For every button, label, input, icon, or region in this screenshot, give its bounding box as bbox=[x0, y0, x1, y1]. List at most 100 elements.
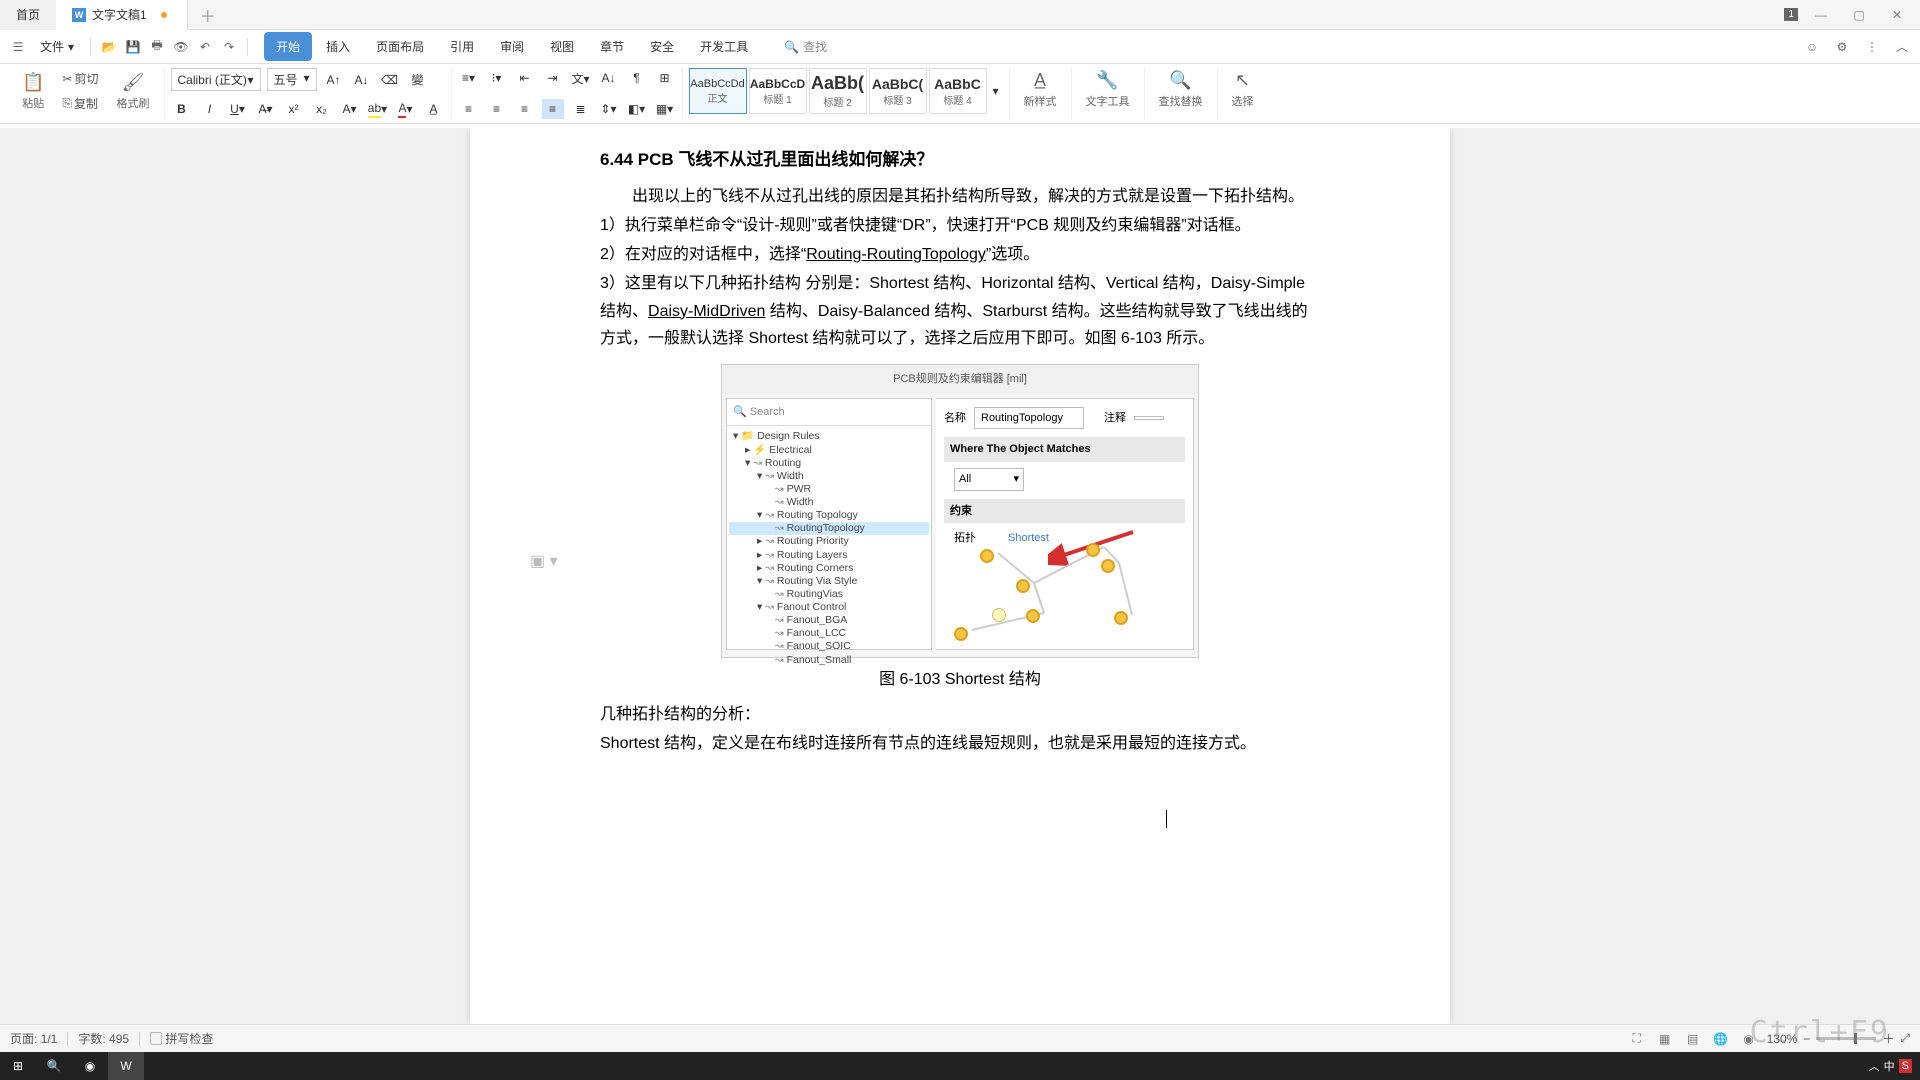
spell-check[interactable]: ▢ 拼写检查 bbox=[150, 1030, 213, 1047]
select-button[interactable]: ↖ 选择 bbox=[1224, 68, 1262, 111]
document-page[interactable]: 6.44 PCB 飞线不从过孔里面出线如何解决？ 出现以上的飞线不从过孔出线的原… bbox=[470, 128, 1450, 1024]
wps-icon[interactable]: W bbox=[108, 1052, 144, 1080]
view-web-button[interactable]: 🌐 bbox=[1711, 1030, 1731, 1048]
grow-font-button[interactable]: A↑ bbox=[323, 70, 345, 90]
show-marks-button[interactable]: ¶ bbox=[626, 68, 648, 88]
align-justify-button[interactable]: ≡ bbox=[542, 99, 564, 119]
sogou-icon[interactable]: S bbox=[1899, 1059, 1912, 1073]
tray-expand-icon[interactable]: ︿ bbox=[1869, 1058, 1880, 1074]
bullets-button[interactable]: ≡▾ bbox=[458, 68, 480, 88]
paste-button[interactable]: 📋 粘贴 bbox=[14, 70, 52, 113]
tab-insert[interactable]: 插入 bbox=[314, 32, 362, 61]
tab-add[interactable]: ＋ bbox=[188, 3, 228, 27]
highlight-button[interactable]: ab▾ bbox=[367, 99, 389, 119]
tab-view[interactable]: 视图 bbox=[538, 32, 586, 61]
copy-button[interactable]: ⎘复制 bbox=[58, 93, 102, 114]
hamburger-icon[interactable]: ☰ bbox=[8, 37, 28, 57]
tab-dev[interactable]: 开发工具 bbox=[688, 32, 760, 61]
shrink-font-button[interactable]: A↓ bbox=[351, 70, 373, 90]
font-name-value: Calibri (正文) bbox=[178, 71, 247, 88]
align-right-button[interactable]: ≡ bbox=[514, 99, 536, 119]
search-box[interactable]: 🔍 查找 bbox=[776, 34, 835, 59]
graph-node bbox=[1026, 609, 1040, 623]
cursor-icon: ↖ bbox=[1235, 70, 1250, 91]
indent-inc-button[interactable]: ⇥ bbox=[542, 68, 564, 88]
tab-review[interactable]: 审阅 bbox=[488, 32, 536, 61]
smile-icon[interactable]: ☺ bbox=[1802, 37, 1822, 57]
search-button[interactable]: 🔍 bbox=[36, 1052, 72, 1080]
tab-home[interactable]: 首页 bbox=[0, 0, 56, 30]
tree-node: ↝ Fanout_LCC bbox=[729, 627, 929, 640]
document-area[interactable]: 6.44 PCB 飞线不从过孔里面出线如何解决？ 出现以上的飞线不从过孔出线的原… bbox=[0, 128, 1920, 1024]
style-标题 1[interactable]: AaBbCcD标题 1 bbox=[749, 68, 807, 114]
style-正文[interactable]: AaBbCcDd正文 bbox=[689, 68, 747, 114]
format-painter-button[interactable]: 🖌 格式刷 bbox=[109, 70, 158, 113]
font-size-select[interactable]: 五号▾ bbox=[267, 68, 317, 91]
print-preview-icon[interactable]: 👁 bbox=[171, 37, 191, 57]
print-icon[interactable]: 🖶 bbox=[147, 37, 167, 57]
where-select: All▾ bbox=[954, 468, 1024, 491]
view-print-button[interactable]: ▦ bbox=[1655, 1030, 1675, 1048]
fullscreen-button[interactable]: ⛶ bbox=[1627, 1030, 1647, 1048]
file-menu[interactable]: 文件 ▾ bbox=[32, 34, 82, 59]
save-icon[interactable]: 💾 bbox=[123, 37, 143, 57]
redo-icon[interactable]: ↷ bbox=[219, 37, 239, 57]
open-icon[interactable]: 📂 bbox=[99, 37, 119, 57]
maximize-button[interactable]: ▢ bbox=[1844, 2, 1874, 28]
underline-button[interactable]: U▾ bbox=[227, 99, 249, 119]
cut-button[interactable]: ✂剪切 bbox=[58, 68, 102, 89]
search-placeholder: 查找 bbox=[803, 38, 827, 55]
word-count[interactable]: 字数: 495 bbox=[78, 1030, 129, 1047]
style-标题 2[interactable]: AaBb(标题 2 bbox=[809, 68, 867, 114]
tab-security[interactable]: 安全 bbox=[638, 32, 686, 61]
view-outline-button[interactable]: ▤ bbox=[1683, 1030, 1703, 1048]
more-icon[interactable]: ⋮ bbox=[1862, 37, 1882, 57]
undo-icon[interactable]: ↶ bbox=[195, 37, 215, 57]
italic-button[interactable]: I bbox=[199, 99, 221, 119]
notif-badge[interactable]: 1 bbox=[1784, 8, 1798, 21]
borders-button[interactable]: ▦▾ bbox=[654, 99, 676, 119]
shading-button[interactable]: ◧▾ bbox=[626, 99, 648, 119]
table-button[interactable]: ⊞ bbox=[654, 68, 676, 88]
styles-more-button[interactable]: ▾ bbox=[989, 68, 1003, 114]
ribbon-tabs: 开始 插入 页面布局 引用 审阅 视图 章节 安全 开发工具 bbox=[264, 32, 760, 61]
bold-button[interactable]: B bbox=[171, 99, 193, 119]
close-button[interactable]: ✕ bbox=[1882, 2, 1912, 28]
align-center-button[interactable]: ≡ bbox=[486, 99, 508, 119]
font-name-select[interactable]: Calibri (正文)▾ bbox=[171, 68, 261, 91]
tab-start[interactable]: 开始 bbox=[264, 32, 312, 61]
asian-layout-button[interactable]: 文▾ bbox=[570, 68, 592, 88]
new-style-button[interactable]: A̲ 新样式 bbox=[1016, 68, 1065, 111]
align-distribute-button[interactable]: ≣ bbox=[570, 99, 592, 119]
tab-document[interactable]: W 文字文稿1 bbox=[56, 0, 188, 30]
phonetic-button[interactable]: 變 bbox=[407, 70, 429, 90]
subscript-button[interactable]: x₂ bbox=[311, 99, 333, 119]
text-effects-button[interactable]: A▾ bbox=[339, 99, 361, 119]
indent-dec-button[interactable]: ⇤ bbox=[514, 68, 536, 88]
tab-ref[interactable]: 引用 bbox=[438, 32, 486, 61]
numbering-button[interactable]: ⁝▾ bbox=[486, 68, 508, 88]
page-indicator[interactable]: 页面: 1/1 bbox=[10, 1030, 57, 1047]
ime-indicator[interactable]: 中 bbox=[1884, 1058, 1895, 1074]
font-color-button[interactable]: A▾ bbox=[395, 99, 417, 119]
align-left-button[interactable]: ≡ bbox=[458, 99, 480, 119]
char-border-button[interactable]: A̲ bbox=[423, 99, 445, 119]
gear-icon[interactable]: ⚙ bbox=[1832, 37, 1852, 57]
start-button[interactable]: ⊞ bbox=[0, 1052, 36, 1080]
line-spacing-button[interactable]: ⇕▾ bbox=[598, 99, 620, 119]
strike-button[interactable]: A̶▾ bbox=[255, 99, 277, 119]
find-replace-button[interactable]: 🔍 查找替换 bbox=[1151, 68, 1211, 111]
text-tool-button[interactable]: 🔧 文字工具 bbox=[1078, 68, 1138, 111]
collapse-ribbon-icon[interactable]: ︿ bbox=[1892, 37, 1912, 57]
sort-button[interactable]: A↓ bbox=[598, 68, 620, 88]
tab-chapter[interactable]: 章节 bbox=[588, 32, 636, 61]
style-标题 3[interactable]: AaBbC(标题 3 bbox=[869, 68, 927, 114]
side-insert-marker[interactable]: ▣ ▾ bbox=[530, 548, 558, 575]
superscript-button[interactable]: x² bbox=[283, 99, 305, 119]
style-标题 4[interactable]: AaBbC标题 4 bbox=[929, 68, 987, 114]
clear-format-button[interactable]: ⌫ bbox=[379, 70, 401, 90]
tab-layout[interactable]: 页面布局 bbox=[364, 32, 436, 61]
fit-width-button[interactable]: ⤢ bbox=[1900, 1031, 1910, 1046]
chrome-icon[interactable]: ◉ bbox=[72, 1052, 108, 1080]
minimize-button[interactable]: — bbox=[1806, 2, 1836, 28]
